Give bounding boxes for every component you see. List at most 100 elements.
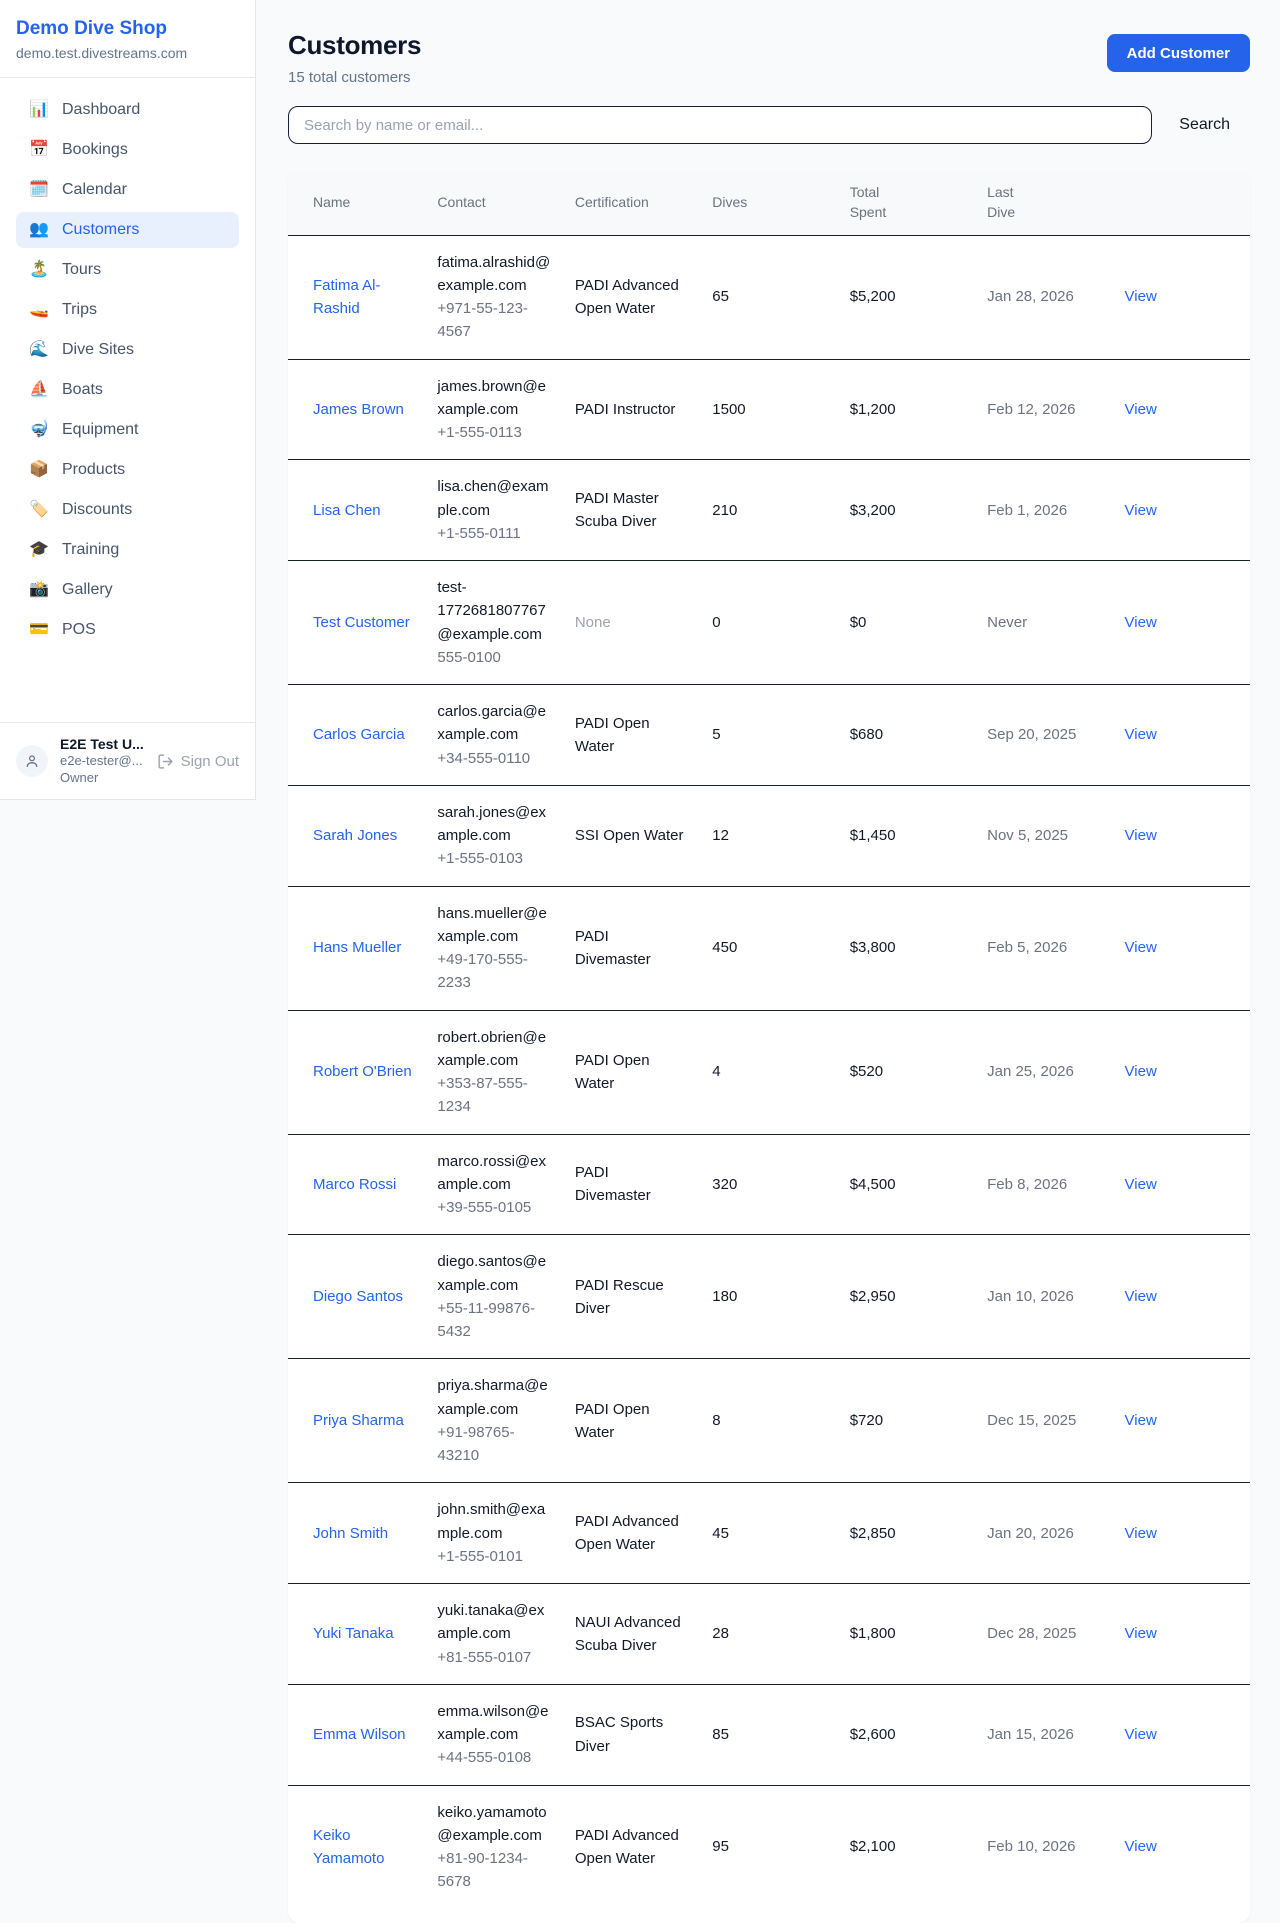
customer-certification: PADI Advanced Open Water: [563, 1483, 700, 1584]
customer-name-link[interactable]: Robert O'Brien: [313, 1063, 412, 1080]
customer-certification: PADI Divemaster: [563, 1134, 700, 1235]
customer-total-spent: $1,450: [838, 785, 975, 886]
view-customer-link[interactable]: View: [1125, 939, 1157, 956]
sidebar-item-customers[interactable]: 👥 Customers: [16, 212, 239, 248]
sidebar-item-dive-sites[interactable]: 🌊 Dive Sites: [16, 332, 239, 368]
view-customer-link[interactable]: View: [1125, 726, 1157, 743]
sidebar-item-products[interactable]: 📦 Products: [16, 452, 239, 488]
shop-name-link[interactable]: Demo Dive Shop: [16, 18, 239, 40]
customer-dives: 95: [700, 1785, 837, 1909]
view-customer-link[interactable]: View: [1125, 1625, 1157, 1642]
view-customer-link[interactable]: View: [1125, 1176, 1157, 1193]
sidebar-item-discounts[interactable]: 🏷️ Discounts: [16, 492, 239, 528]
customer-email: lisa.chen@example.com: [437, 475, 550, 522]
sidebar-item-label: Boats: [62, 381, 103, 399]
customer-last-dive: Never: [975, 561, 1112, 685]
add-customer-button[interactable]: Add Customer: [1107, 34, 1250, 72]
customer-name-link[interactable]: Carlos Garcia: [313, 726, 405, 743]
view-customer-link[interactable]: View: [1125, 827, 1157, 844]
sidebar-item-label: POS: [62, 621, 96, 639]
customer-email: test-1772681807767@example.com: [437, 576, 550, 646]
customer-total-spent: $680: [838, 685, 975, 786]
view-customer-link[interactable]: View: [1125, 1288, 1157, 1305]
customer-total-spent: $3,800: [838, 886, 975, 1010]
customer-phone: +81-555-0107: [437, 1646, 550, 1669]
customer-email: keiko.yamamoto@example.com: [437, 1801, 550, 1848]
view-customer-link[interactable]: View: [1125, 1063, 1157, 1080]
sidebar-item-label: Bookings: [62, 141, 128, 159]
customer-last-dive: Jan 28, 2026: [975, 235, 1112, 359]
customer-name-link[interactable]: Sarah Jones: [313, 827, 397, 844]
search-input[interactable]: [288, 106, 1152, 144]
sidebar-item-boats[interactable]: ⛵ Boats: [16, 372, 239, 408]
customers-table-card: NameContactCertificationDivesTotal Spent…: [288, 170, 1250, 1923]
sidebar-item-dashboard[interactable]: 📊 Dashboard: [16, 92, 239, 128]
sidebar-item-trips[interactable]: 🚤 Trips: [16, 292, 239, 328]
page-title: Customers: [288, 30, 421, 61]
customer-certification: PADI Open Water: [563, 685, 700, 786]
customer-phone: +1-555-0101: [437, 1545, 550, 1568]
customer-dives: 210: [700, 460, 837, 561]
view-customer-link[interactable]: View: [1125, 1412, 1157, 1429]
customer-total-spent: $720: [838, 1359, 975, 1483]
sidebar-item-label: Gallery: [62, 581, 113, 599]
customer-name-link[interactable]: Keiko Yamamoto: [313, 1827, 384, 1867]
sidebar-item-bookings[interactable]: 📅 Bookings: [16, 132, 239, 168]
customer-name-link[interactable]: Hans Mueller: [313, 939, 401, 956]
customer-total-spent: $2,600: [838, 1684, 975, 1785]
table-row: Hans Mueller hans.mueller@example.com +4…: [288, 886, 1250, 1010]
customer-last-dive: Nov 5, 2025: [975, 785, 1112, 886]
customer-certification: PADI Rescue Diver: [563, 1235, 700, 1359]
customer-certification: PADI Open Water: [563, 1359, 700, 1483]
sidebar-item-tours[interactable]: 🏝️ Tours: [16, 252, 239, 288]
customer-name-link[interactable]: Marco Rossi: [313, 1176, 396, 1193]
customer-certification: None: [563, 561, 700, 685]
column-header: Contact: [425, 170, 562, 235]
customer-certification: PADI Master Scuba Diver: [563, 460, 700, 561]
sidebar-header: Demo Dive Shop demo.test.divestreams.com: [0, 0, 255, 78]
customer-name-link[interactable]: Fatima Al-Rashid: [313, 277, 381, 317]
customer-dives: 180: [700, 1235, 837, 1359]
sidebar-item-equipment[interactable]: 🤿 Equipment: [16, 412, 239, 448]
customer-name-link[interactable]: Priya Sharma: [313, 1412, 404, 1429]
view-customer-link[interactable]: View: [1125, 502, 1157, 519]
table-row: Emma Wilson emma.wilson@example.com +44-…: [288, 1684, 1250, 1785]
user-email: e2e-tester@...: [60, 753, 145, 770]
customer-name-link[interactable]: Lisa Chen: [313, 502, 381, 519]
sidebar-item-label: Dashboard: [62, 101, 140, 119]
customer-email: james.brown@example.com: [437, 375, 550, 422]
table-header: NameContactCertificationDivesTotal Spent…: [288, 170, 1250, 235]
view-customer-link[interactable]: View: [1125, 614, 1157, 631]
customer-phone: +91-98765-43210: [437, 1421, 550, 1468]
customer-name-link[interactable]: Diego Santos: [313, 1288, 403, 1305]
sidebar-item-icon: 🏷️: [29, 502, 49, 518]
sidebar-item-label: Customers: [62, 221, 139, 239]
customer-last-dive: Feb 10, 2026: [975, 1785, 1112, 1909]
view-customer-link[interactable]: View: [1125, 1525, 1157, 1542]
customer-name-link[interactable]: Test Customer: [313, 614, 410, 631]
customer-name-link[interactable]: Emma Wilson: [313, 1726, 406, 1743]
sidebar-item-gallery[interactable]: 📸 Gallery: [16, 572, 239, 608]
view-customer-link[interactable]: View: [1125, 288, 1157, 305]
sidebar-item-pos[interactable]: 💳 POS: [16, 612, 239, 648]
sidebar-item-icon: 🌊: [29, 342, 49, 358]
customer-email: fatima.alrashid@example.com: [437, 251, 550, 298]
view-customer-link[interactable]: View: [1125, 401, 1157, 418]
customer-last-dive: Feb 8, 2026: [975, 1134, 1112, 1235]
customer-name-link[interactable]: John Smith: [313, 1525, 388, 1542]
customer-certification: PADI Instructor: [563, 359, 700, 460]
sidebar-item-label: Training: [62, 541, 119, 559]
sign-out-button[interactable]: Sign Out: [157, 753, 239, 770]
view-customer-link[interactable]: View: [1125, 1726, 1157, 1743]
customer-phone: +49-170-555-2233: [437, 948, 550, 995]
search-button[interactable]: Search: [1179, 116, 1230, 134]
customer-total-spent: $5,200: [838, 235, 975, 359]
customer-phone: +353-87-555-1234: [437, 1072, 550, 1119]
sidebar-item-training[interactable]: 🎓 Training: [16, 532, 239, 568]
customer-name-link[interactable]: Yuki Tanaka: [313, 1625, 394, 1642]
customer-phone: +55-11-99876-5432: [437, 1297, 550, 1344]
customer-name-link[interactable]: James Brown: [313, 401, 404, 418]
view-customer-link[interactable]: View: [1125, 1838, 1157, 1855]
sidebar-item-calendar[interactable]: 🗓️ Calendar: [16, 172, 239, 208]
table-row: Fatima Al-Rashid fatima.alrashid@example…: [288, 235, 1250, 359]
